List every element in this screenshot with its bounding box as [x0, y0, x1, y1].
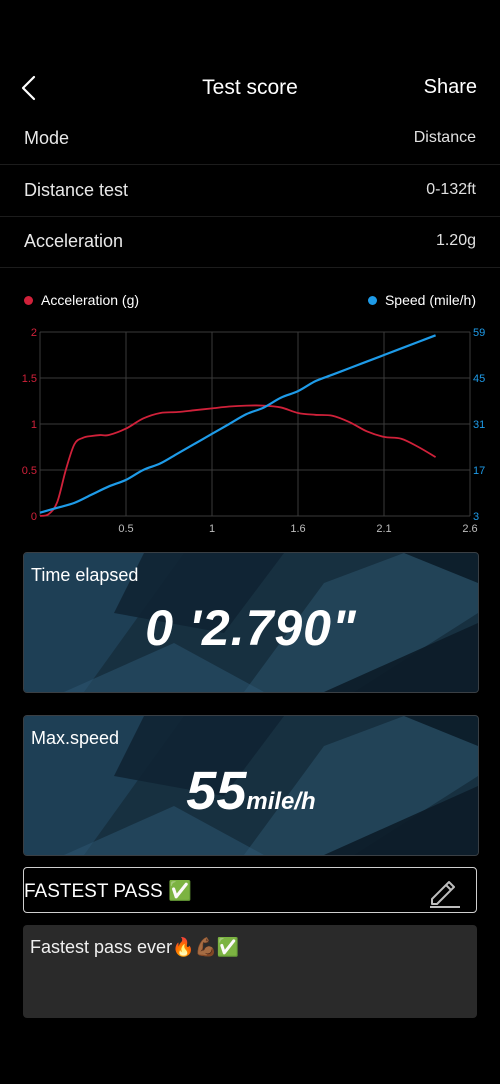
row-value: 0-132ft	[426, 181, 476, 198]
header: Test score Share	[0, 60, 500, 116]
x-tick-label: 2.6	[462, 523, 477, 535]
time-elapsed-card: Time elapsed 0 '2.790"	[23, 552, 479, 693]
legend-label: Acceleration (g)	[41, 292, 140, 308]
legend-speed: Speed (mile/h)	[367, 292, 476, 308]
x-tick-label: 1.6	[290, 523, 305, 535]
row-label: Acceleration	[24, 231, 124, 251]
pencil-icon[interactable]	[426, 873, 462, 909]
y-right-tick-label: 31	[473, 419, 485, 431]
row-label: Mode	[24, 128, 70, 148]
legend-dot-icon	[24, 295, 33, 305]
x-tick-label: 2.1	[376, 523, 391, 535]
y-left-tick-label: 1.5	[22, 373, 37, 385]
max-speed-card: Max.speed 55mile/h	[23, 715, 479, 856]
card-label: Max.speed	[31, 728, 120, 748]
x-tick-label: 0.5	[118, 523, 133, 535]
legend-acceleration: Acceleration (g)	[24, 292, 139, 308]
info-row-acceleration: Acceleration 1.20g	[0, 216, 500, 268]
y-left-tick-label: 0.5	[22, 465, 37, 477]
info-row-distance: Distance test 0-132ft	[0, 165, 500, 217]
elapsed-time-value: 0 '2.790"	[145, 600, 357, 656]
row-value: 1.20g	[435, 232, 476, 249]
row-label: Distance test	[24, 180, 129, 200]
pass-title-field[interactable]: FASTEST PASS ✅	[23, 867, 477, 913]
y-right-tick-label: 3	[473, 511, 479, 523]
pass-note-text: Fastest pass ever🔥💪🏾✅	[30, 937, 240, 957]
max-speed-value: 55	[186, 761, 247, 821]
y-left-tick-label: 0	[31, 511, 37, 523]
x-tick-label: 1	[209, 523, 215, 535]
card-label: Time elapsed	[31, 565, 139, 585]
y-left-tick-label: 2	[31, 327, 37, 339]
y-right-tick-label: 45	[473, 373, 485, 385]
y-left-tick-label: 1	[31, 419, 37, 431]
pass-title-text: FASTEST PASS ✅	[24, 881, 192, 902]
row-value: Distance	[413, 129, 476, 146]
pass-note-field[interactable]: Fastest pass ever🔥💪🏾✅	[23, 925, 477, 1018]
acceleration-series-line	[39, 404, 437, 517]
info-row-mode: Mode Distance	[0, 113, 500, 165]
legend-label: Speed (mile/h)	[384, 292, 476, 308]
max-speed-display: 55mile/h	[24, 760, 478, 822]
dual-axis-line-chart: 0.5 1 1.6 2.1 2.6 0 0.5 1 1.5 2 3 17 31 45 59	[22, 327, 486, 535]
legend-dot-icon	[367, 295, 377, 305]
y-right-tick-label: 59	[473, 327, 485, 339]
share-button[interactable]: Share	[424, 76, 477, 99]
max-speed-unit: mile/h	[246, 788, 316, 815]
y-right-tick-label: 17	[473, 465, 485, 477]
